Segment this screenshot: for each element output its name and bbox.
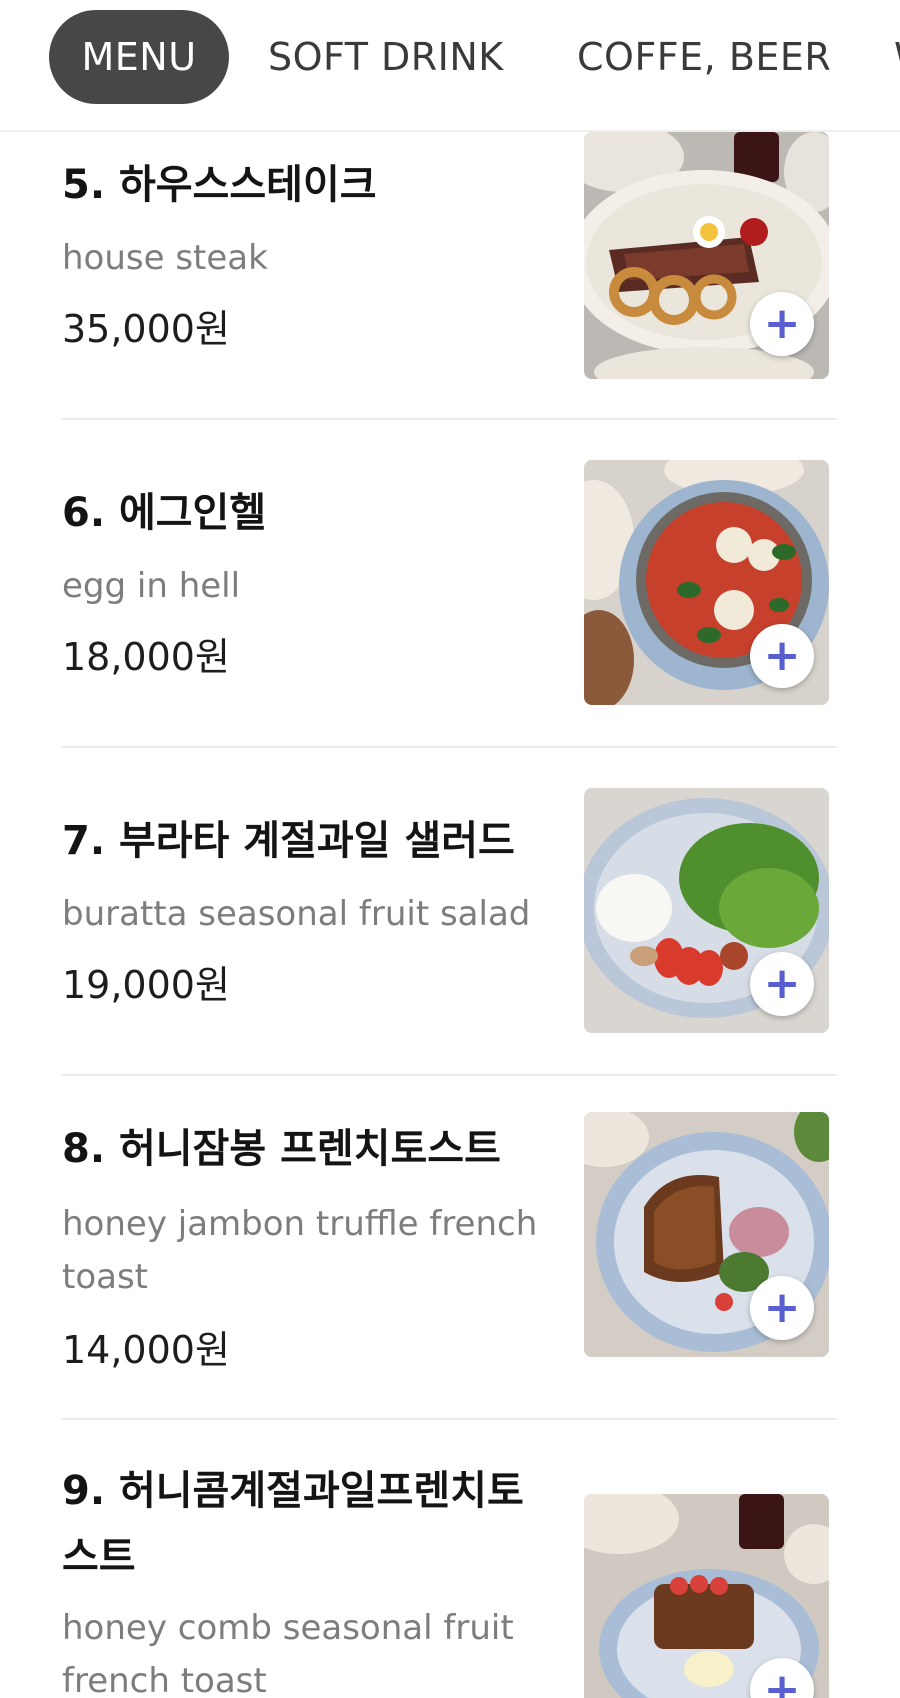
item-photo[interactable]: + <box>584 132 829 379</box>
item-name: 5. 하우스스테이크 <box>62 162 377 208</box>
item-price: 14,000원 <box>62 1328 230 1372</box>
item-price: 35,000원 <box>62 307 230 351</box>
item-description: house steak <box>62 238 268 278</box>
menu-list: 5. 하우스스테이크 house steak 35,000원 + 6. 에그인헬… <box>0 132 900 1698</box>
item-description: egg in hell <box>62 566 241 606</box>
item-description-line2: french toast <box>62 1661 267 1698</box>
add-to-cart-button[interactable]: + <box>750 952 814 1016</box>
tab-next-partial[interactable]: W <box>894 10 900 104</box>
add-to-cart-button[interactable]: + <box>750 1276 814 1340</box>
divider <box>62 746 837 748</box>
add-to-cart-button[interactable]: + <box>750 624 814 688</box>
divider <box>62 1418 837 1420</box>
add-to-cart-button[interactable]: + <box>750 292 814 356</box>
tab-menu[interactable]: MENU <box>49 10 229 104</box>
item-description: buratta seasonal fruit salad <box>62 894 531 934</box>
item-description-line1: honey jambon truffle french <box>62 1204 538 1244</box>
divider <box>62 418 837 420</box>
item-price: 19,000원 <box>62 963 230 1007</box>
item-description-line1: honey comb seasonal fruit <box>62 1608 514 1648</box>
item-name-line2: 스트 <box>62 1534 136 1580</box>
item-photo[interactable]: + <box>584 460 829 705</box>
item-description-line2: toast <box>62 1257 149 1297</box>
item-name: 7. 부라타 계절과일 샐러드 <box>62 818 515 864</box>
item-name: 8. 허니잠봉 프렌치토스트 <box>62 1126 501 1172</box>
divider <box>62 1074 837 1076</box>
tab-soft-drink[interactable]: SOFT DRINK <box>268 10 504 104</box>
item-name: 6. 에그인헬 <box>62 490 267 536</box>
item-photo[interactable]: + <box>584 1494 829 1698</box>
category-tabbar: MENU SOFT DRINK COFFE, BEER W <box>0 0 900 132</box>
tab-coffee-beer[interactable]: COFFE, BEER <box>577 10 831 104</box>
item-price: 18,000원 <box>62 635 230 679</box>
item-photo[interactable]: + <box>584 788 829 1033</box>
item-photo[interactable]: + <box>584 1112 829 1357</box>
item-name-line1: 9. 허니콤계절과일프렌치토 <box>62 1468 524 1514</box>
